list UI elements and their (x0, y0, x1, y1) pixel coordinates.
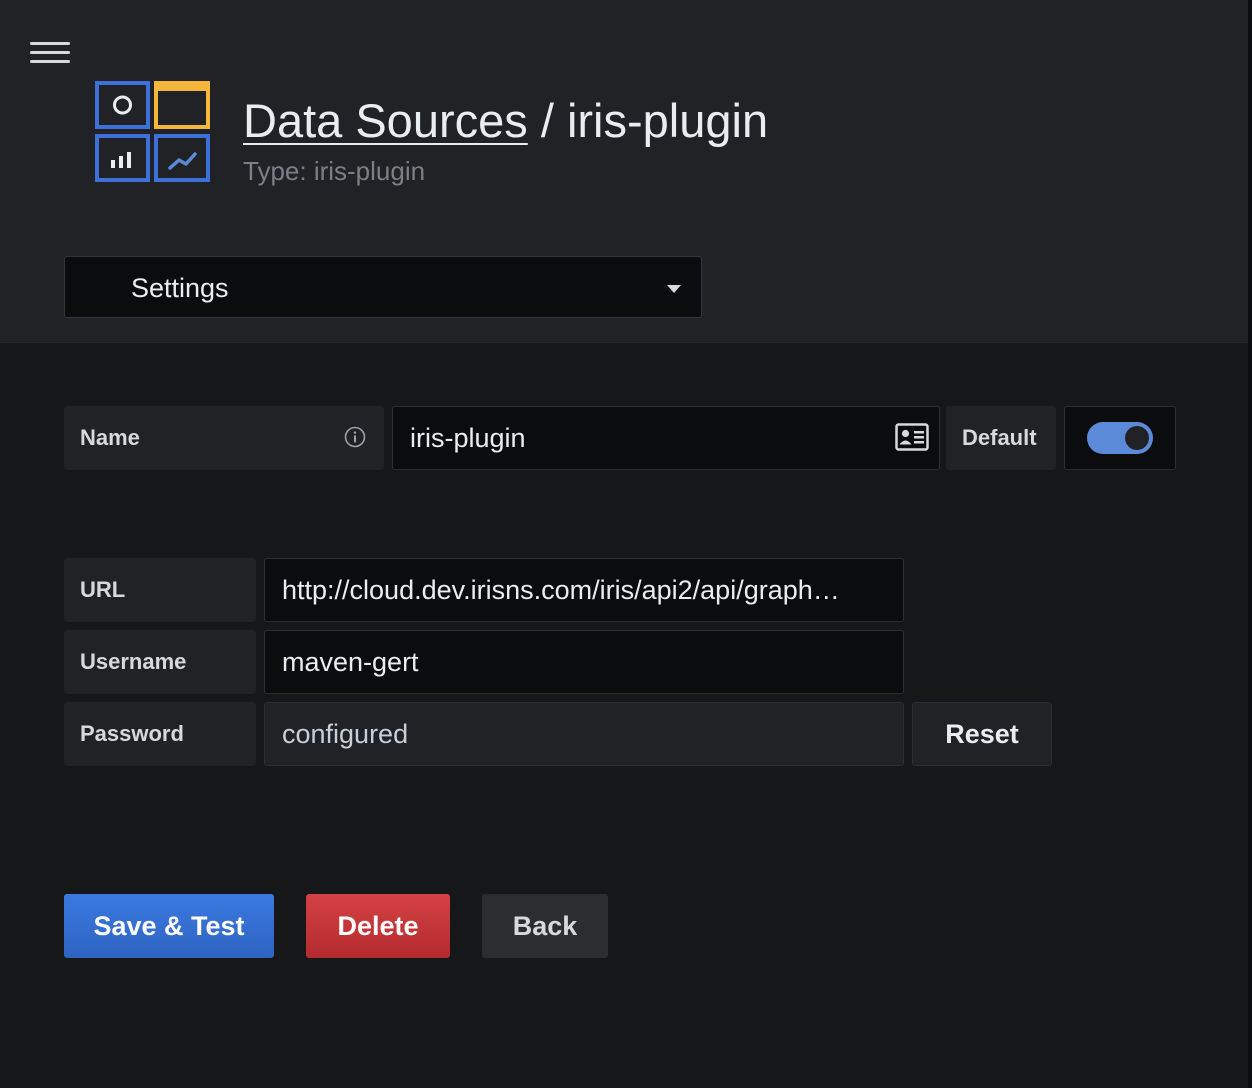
username-label: Username (64, 630, 256, 694)
page-title-block: Data Sources / iris-plugin Type: iris-pl… (243, 92, 768, 187)
default-toggle-track (1087, 422, 1153, 454)
password-label: Password (64, 702, 256, 766)
password-input: configured (264, 702, 904, 766)
caret-down-icon (667, 285, 681, 293)
hamburger-menu-icon[interactable] (28, 38, 72, 68)
back-button[interactable]: Back (482, 894, 608, 958)
datasource-settings-page: Data Sources / iris-plugin Type: iris-pl… (0, 0, 1252, 1088)
default-label-text: Default (962, 425, 1037, 450)
url-input[interactable]: http://cloud.dev.irisns.com/iris/api2/ap… (264, 558, 904, 622)
name-input-value: iris-plugin (410, 423, 526, 453)
datasource-type-subtitle: Type: iris-plugin (243, 156, 426, 186)
page-header: Data Sources / iris-plugin Type: iris-pl… (0, 0, 1248, 343)
window-edge (1248, 0, 1252, 1088)
tab-select-value: Settings (131, 273, 229, 303)
tab-select-dropdown[interactable]: Settings (64, 256, 702, 318)
datasource-title: iris-plugin (566, 94, 769, 147)
save-test-button[interactable]: Save & Test (64, 894, 274, 958)
default-toggle[interactable] (1064, 406, 1176, 470)
username-input[interactable]: maven-gert (264, 630, 904, 694)
default-toggle-knob (1125, 426, 1149, 450)
breadcrumb-data-sources-link[interactable]: Data Sources (243, 94, 528, 147)
page-title: Data Sources / iris-plugin (243, 92, 768, 150)
default-label: Default (946, 406, 1056, 470)
delete-button[interactable]: Delete (306, 894, 450, 958)
password-reset-button[interactable]: Reset (912, 702, 1052, 766)
name-input[interactable]: iris-plugin (392, 406, 940, 470)
url-label: URL (64, 558, 256, 622)
name-label: Name (64, 406, 384, 470)
name-label-text: Name (80, 425, 140, 450)
url-label-text: URL (80, 577, 126, 602)
password-label-text: Password (80, 721, 184, 746)
username-label-text: Username (80, 649, 187, 674)
id-card-icon[interactable] (895, 423, 929, 451)
datasource-logo-icon (95, 81, 210, 182)
breadcrumb-separator: / (527, 94, 567, 147)
info-circle-icon[interactable] (344, 426, 366, 448)
